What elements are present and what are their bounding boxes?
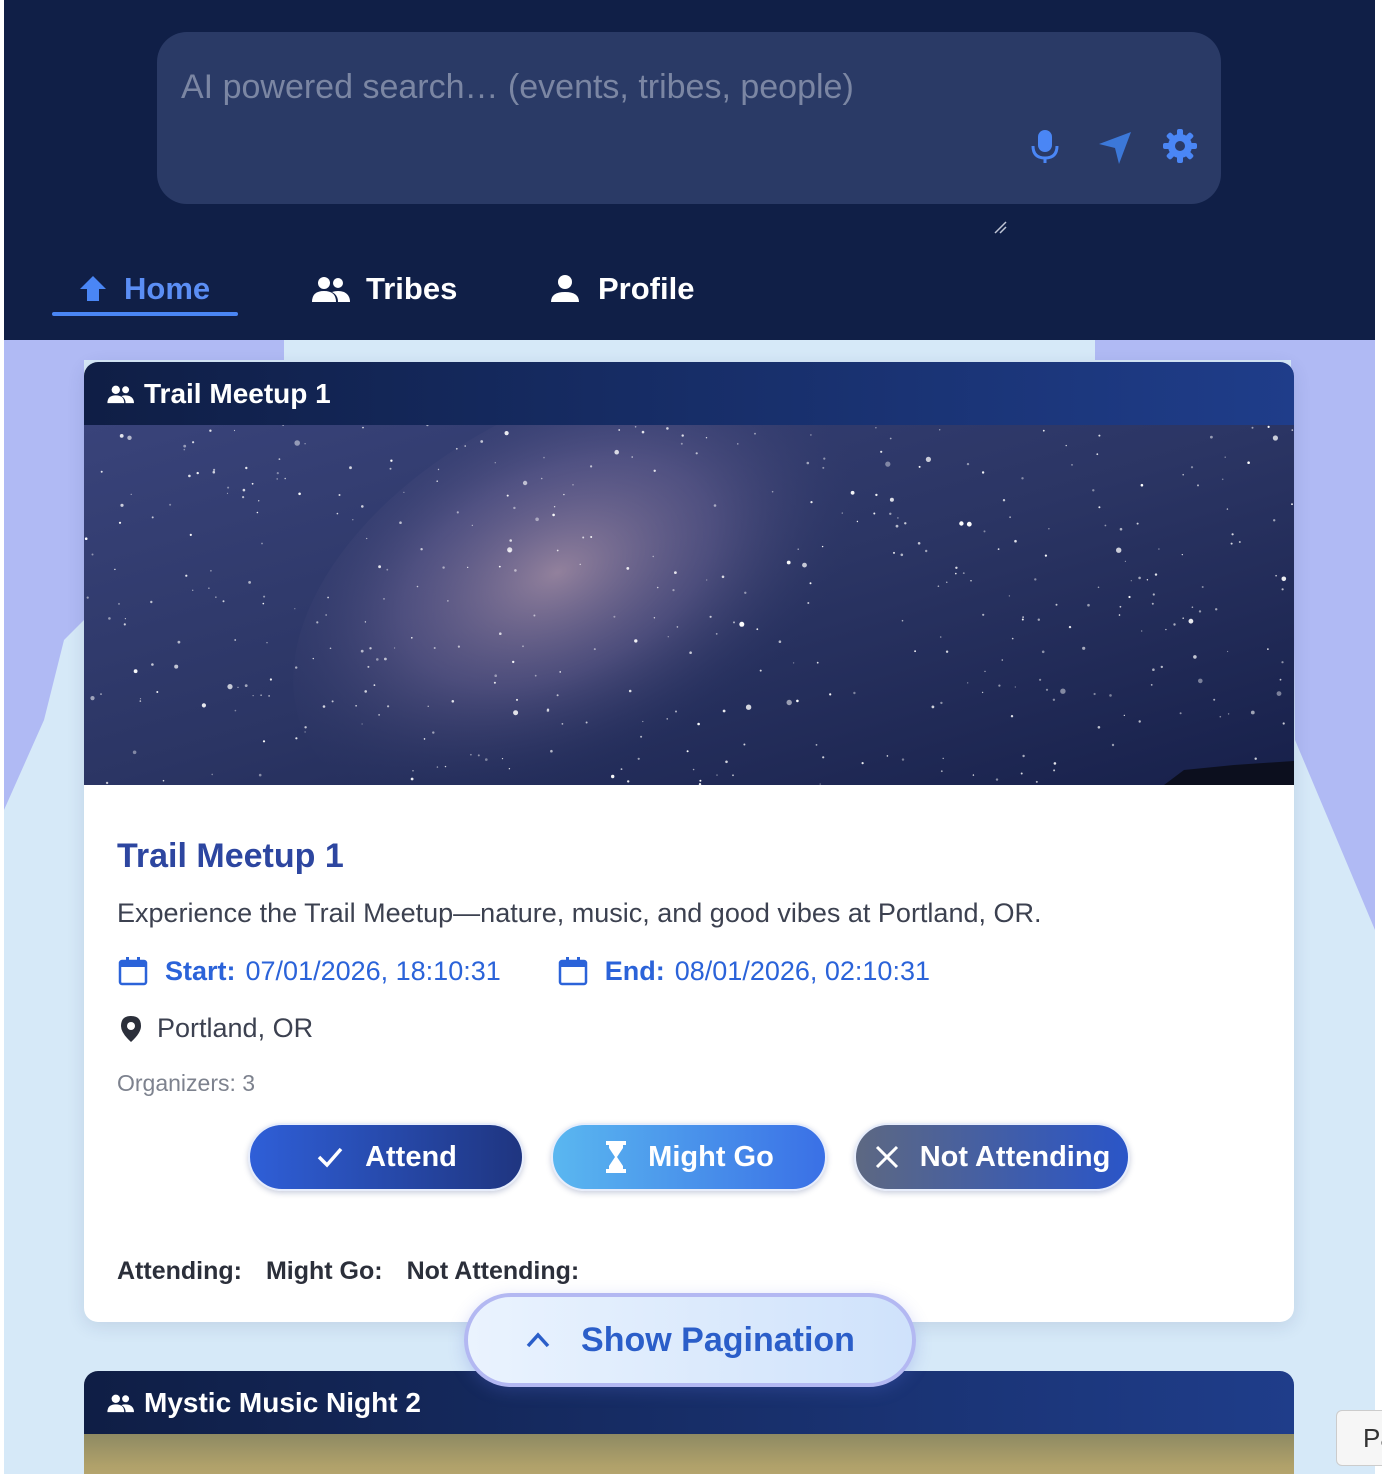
calendar-icon — [118, 957, 148, 986]
hourglass-icon — [606, 1141, 627, 1173]
group-icon — [107, 385, 134, 403]
event-dates: Start: 07/01/2026, 18:10:31 End: 08/01/2… — [117, 955, 1261, 987]
settings-icon[interactable] — [1160, 126, 1200, 166]
resize-handle-icon[interactable] — [993, 220, 1007, 234]
event-card-header-title: Trail Meetup 1 — [144, 377, 331, 409]
attend-button[interactable]: Attend — [248, 1123, 524, 1191]
location-pin-icon — [121, 1015, 141, 1042]
nav-home[interactable]: Home — [78, 262, 210, 316]
nav-profile-label: Profile — [598, 271, 695, 306]
might-go-button[interactable]: Might Go — [551, 1123, 827, 1191]
not-attending-button-label: Not Attending — [919, 1140, 1111, 1173]
event-end-value: 08/01/2026, 02:10:31 — [674, 955, 930, 986]
search-input[interactable] — [181, 68, 1021, 107]
microphone-icon[interactable] — [1025, 126, 1065, 166]
top-bar: Home Tribes Profile — [4, 0, 1375, 340]
check-icon — [317, 1147, 343, 1168]
app-window: Home Tribes Profile — [4, 0, 1375, 1474]
event-organizers: Organizers: 3 — [117, 1070, 256, 1096]
event-title[interactable]: Trail Meetup 1 — [117, 837, 1261, 876]
event-card-header: Trail Meetup 1 — [84, 362, 1294, 425]
show-pagination-button[interactable]: Show Pagination — [464, 1293, 916, 1387]
event-start: Start: 07/01/2026, 18:10:31 — [117, 955, 501, 987]
search-box — [157, 32, 1221, 234]
event-end-label: End: — [604, 955, 665, 986]
nav-profile[interactable]: Profile — [548, 262, 694, 316]
event-card-header-title: Mystic Music Night 2 — [144, 1386, 421, 1418]
event-description: Experience the Trail Meetup—nature, musi… — [117, 898, 1042, 928]
chevron-up-icon — [526, 1332, 550, 1348]
show-pagination-label: Show Pagination — [581, 1320, 855, 1359]
nav-home-label: Home — [124, 271, 211, 306]
nav-active-indicator — [52, 312, 238, 316]
event-end: End: 08/01/2026, 02:10:31 — [557, 955, 930, 987]
event-card: Trail Meetup 1 Trail Meetup 1 Experience… — [84, 362, 1294, 1322]
not-attending-button[interactable]: Not Attending — [854, 1123, 1130, 1191]
nav-tribes-label: Tribes — [366, 271, 458, 306]
might-go-button-label: Might Go — [648, 1140, 774, 1173]
might-go-count-label: Might Go: — [265, 1257, 383, 1285]
attending-count-label: Attending: — [117, 1257, 242, 1285]
corner-tab[interactable]: Pa — [1336, 1410, 1382, 1466]
event-start-value: 07/01/2026, 18:10:31 — [245, 955, 501, 986]
person-icon — [551, 275, 579, 302]
event-image[interactable] — [84, 1434, 1294, 1474]
nav-tribes[interactable]: Tribes — [310, 262, 457, 316]
rsvp-buttons: Attend Might Go Not Attending — [117, 1123, 1261, 1193]
event-location-label: Portland, OR — [157, 1013, 314, 1043]
event-card-body: Trail Meetup 1 Experience the Trail Meet… — [84, 785, 1294, 1286]
send-icon[interactable] — [1095, 126, 1135, 166]
attend-button-label: Attend — [365, 1140, 457, 1173]
home-icon — [80, 276, 106, 301]
event-start-label: Start: — [165, 955, 236, 986]
event-image-night-sky[interactable] — [84, 425, 1294, 785]
group-icon — [107, 1394, 134, 1412]
calendar-icon — [558, 957, 587, 986]
event-location: Portland, OR — [117, 1013, 1261, 1044]
not-attending-count-label: Not Attending: — [406, 1257, 580, 1285]
group-icon — [312, 277, 350, 302]
corner-tab-label: Pa — [1363, 1423, 1382, 1453]
close-icon — [875, 1145, 898, 1169]
rsvp-counts: Attending: Might Go: Not Attending: — [117, 1257, 1261, 1286]
